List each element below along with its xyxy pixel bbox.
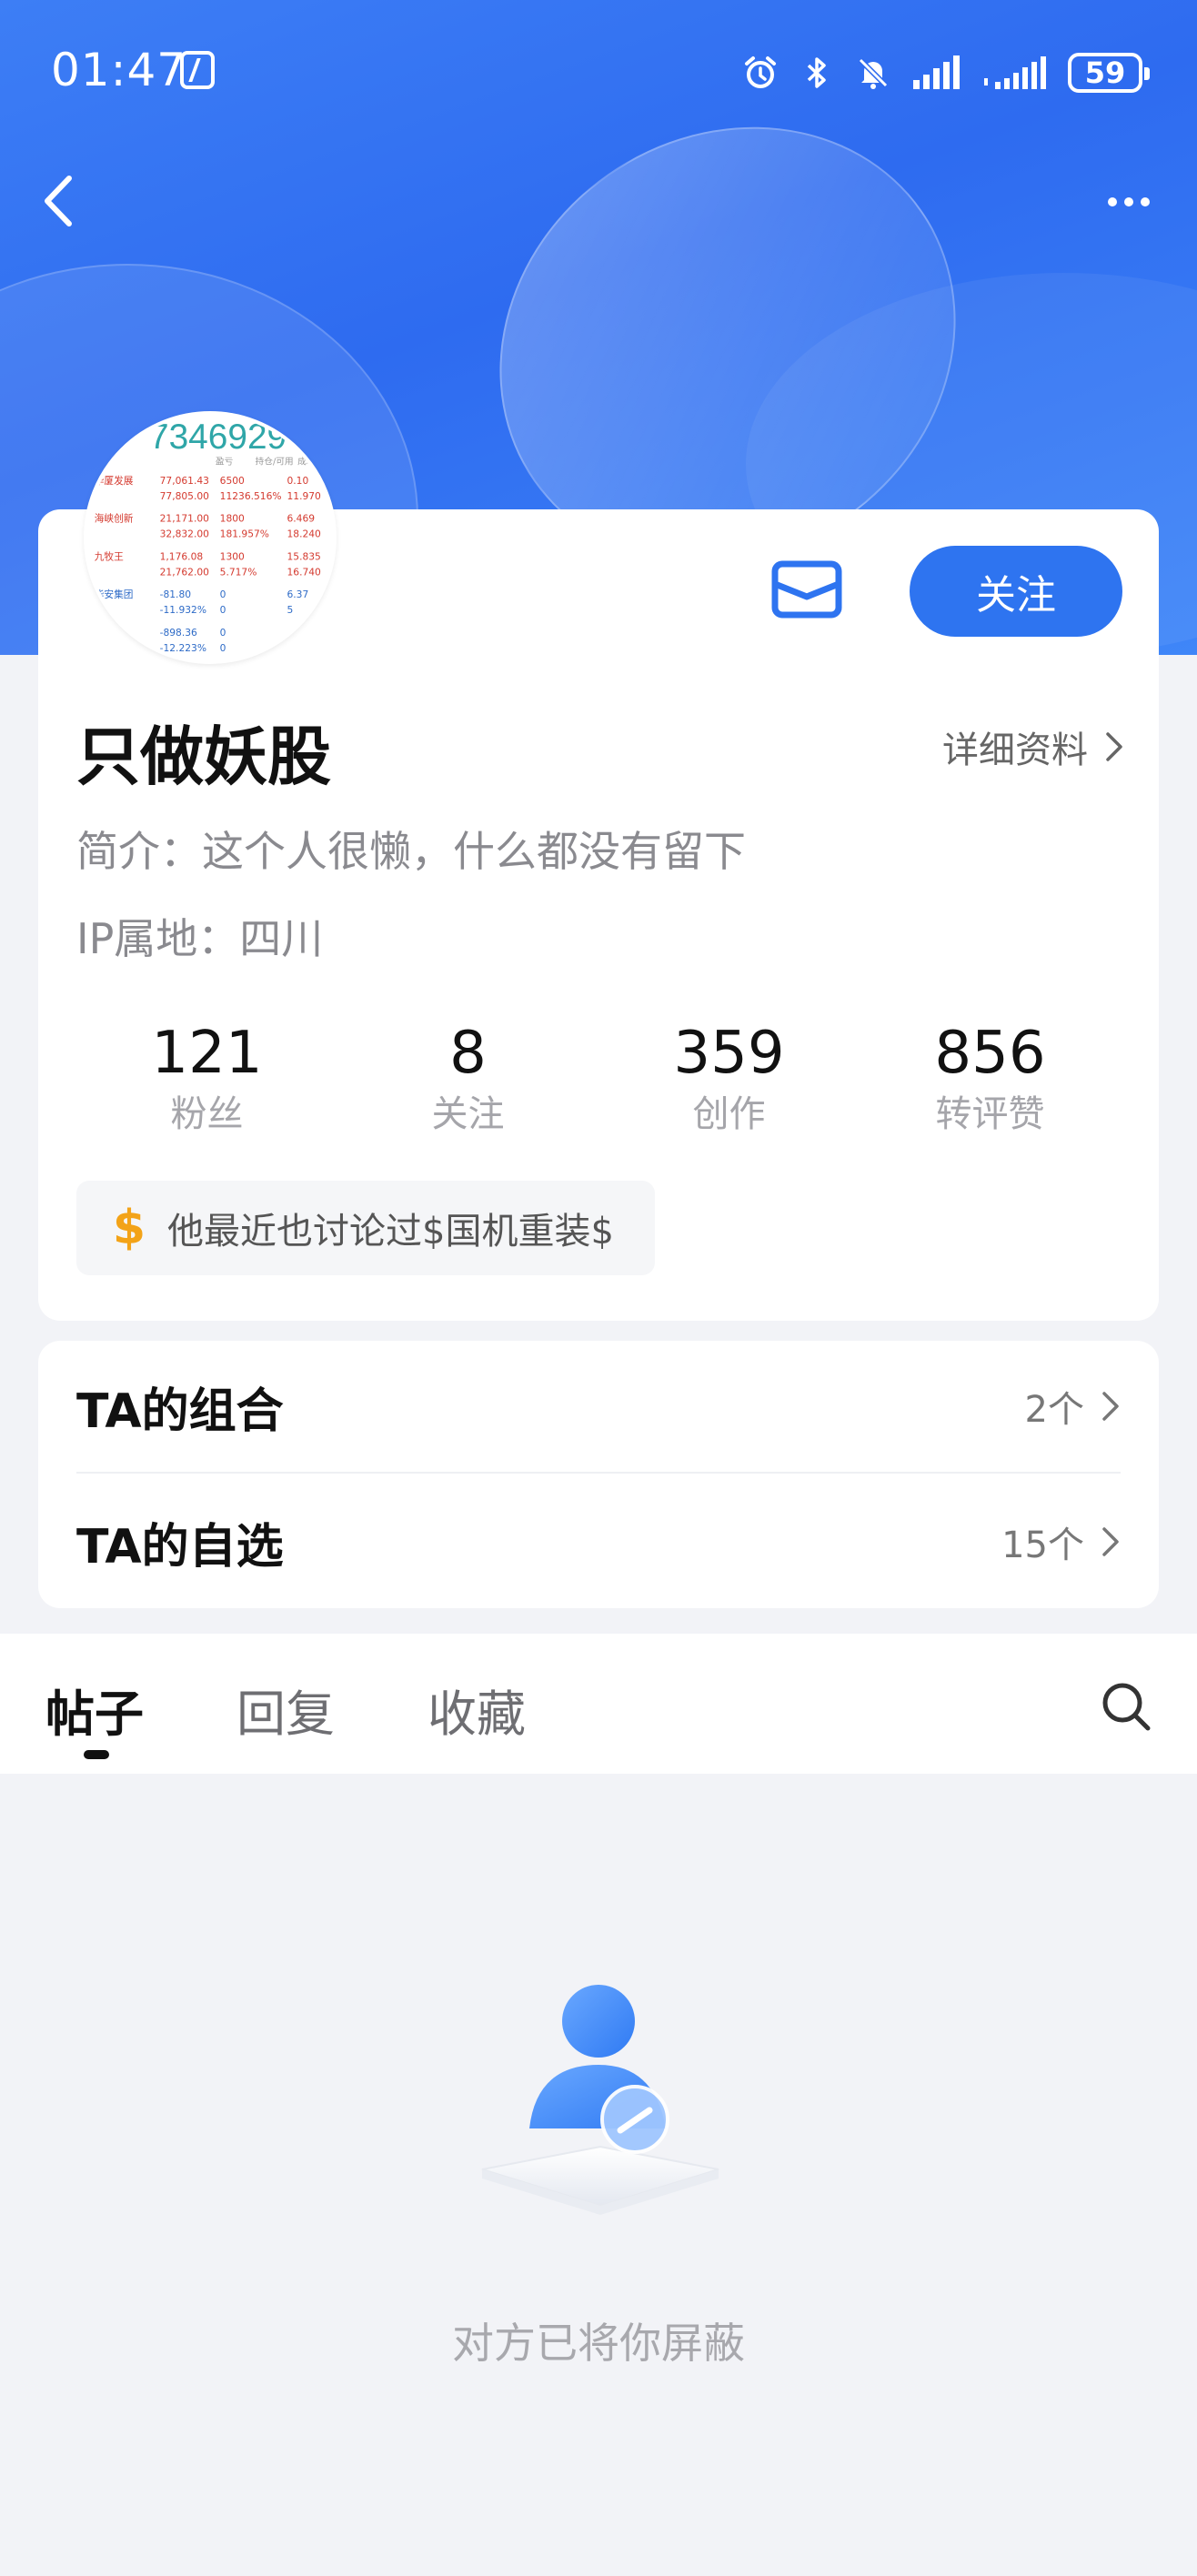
- avatar-cell: -12.223%: [160, 642, 206, 654]
- recent-discussion-chip[interactable]: $ 他最近也讨论过$国机重装$: [76, 1181, 655, 1275]
- search-icon: [1102, 1683, 1151, 1731]
- stat-number: 121: [151, 1020, 263, 1087]
- chevron-left-icon: [45, 176, 72, 226]
- ta-card: TA的组合 2个 TA的自选 15个: [38, 1341, 1159, 1608]
- tab-posts[interactable]: 帖子: [45, 1674, 144, 1746]
- tab-favorites[interactable]: 收藏: [428, 1674, 526, 1746]
- avatar-cell: 6.37: [287, 589, 308, 600]
- tab-replies[interactable]: 回复: [236, 1674, 335, 1746]
- chevron-right-icon: [1102, 1527, 1119, 1556]
- blocked-user-illustration: [464, 1974, 737, 2247]
- avatar-image: 7346929 盈亏 持仓/可用 成本/现 华厦发展77,061.4365000…: [87, 415, 333, 660]
- avatar-cell: 0: [220, 642, 226, 654]
- chevron-right-icon: [1106, 732, 1122, 761]
- dollar-icon: $: [112, 1201, 146, 1255]
- envelope-icon: [771, 560, 842, 619]
- nfc-icon: [180, 51, 215, 89]
- stats-row: 121 粉丝 8 关注 359 创作 856 转评赞: [76, 1017, 1121, 1144]
- portfolio-row[interactable]: TA的组合 2个: [76, 1341, 1121, 1474]
- chevron-right-icon: [1102, 1392, 1119, 1421]
- avatar-cell: -81.80: [160, 589, 192, 600]
- portfolio-count: 2个: [1024, 1389, 1084, 1431]
- avatar-cell: 21,762.00: [160, 566, 210, 578]
- avatar-cell: 1800: [220, 513, 245, 525]
- avatar-cell: 海峡创新: [95, 513, 134, 525]
- avatar-cell: 0: [220, 627, 226, 639]
- recent-discussion-text: 他最近也讨论过$国机重装$: [167, 1211, 614, 1253]
- blocked-message: 对方已将你屏蔽: [452, 2319, 745, 2368]
- watchlist-count: 15个: [1001, 1524, 1084, 1566]
- battery-icon: 59: [1068, 53, 1150, 93]
- more-dot: [1141, 197, 1150, 206]
- avatar-cell: 6.469: [287, 513, 315, 525]
- ip-location: IP属地：四川: [76, 914, 324, 963]
- avatar-cell: 77,805.00: [160, 490, 210, 502]
- stat-number: 8: [449, 1020, 487, 1087]
- avatar-cell: 0.10: [287, 475, 308, 487]
- avatar-cell: 77,061.43: [160, 475, 209, 487]
- detail-info-link[interactable]: 详细资料: [942, 720, 1124, 773]
- watchlist-count-wrap: 15个: [1001, 1515, 1121, 1568]
- avatar-cell: -11.932%: [160, 604, 206, 616]
- stat-label: 关注: [431, 1093, 505, 1135]
- status-time: 01:47: [51, 44, 187, 96]
- more-options-button[interactable]: [1097, 182, 1161, 222]
- avatar-cell: 21,171.00: [160, 513, 210, 525]
- avatar-cell: 1,176.08: [160, 550, 204, 562]
- portfolio-label: TA的组合: [76, 1384, 284, 1439]
- bio-text: 简介：这个人很懒，什么都没有留下: [76, 827, 746, 876]
- avatar-cell: 11.970: [287, 490, 321, 502]
- message-button[interactable]: [770, 557, 844, 622]
- stat-creations[interactable]: 359 创作: [598, 1017, 860, 1144]
- follow-button[interactable]: 关注: [910, 546, 1122, 637]
- avatar-cell: 16.740: [287, 566, 321, 578]
- more-dot: [1124, 197, 1133, 206]
- avatar-cell: 5.717%: [220, 566, 257, 578]
- avatar-cell: 11236.516%: [220, 490, 282, 502]
- active-tab-indicator: [84, 1750, 109, 1759]
- avatar[interactable]: 7346929 盈亏 持仓/可用 成本/现 华厦发展77,061.4365000…: [84, 411, 337, 664]
- avatar-col: 持仓/可用: [256, 455, 294, 467]
- mute-bell-icon: [855, 55, 891, 91]
- search-button[interactable]: [1099, 1679, 1153, 1734]
- stat-label: 创作: [692, 1093, 766, 1135]
- avatar-cell: 181.957%: [220, 528, 269, 540]
- back-button[interactable]: [36, 169, 82, 233]
- avatar-cell: 6500: [220, 475, 245, 487]
- watchlist-row[interactable]: TA的自选 15个: [76, 1475, 1121, 1608]
- stat-followers[interactable]: 121 粉丝: [76, 1017, 337, 1144]
- watchlist-label: TA的自选: [76, 1519, 284, 1575]
- stat-number: 856: [934, 1020, 1046, 1087]
- stat-number: 359: [673, 1020, 785, 1087]
- stat-label: 转评赞: [935, 1093, 1045, 1135]
- status-icons: 59: [742, 45, 1150, 100]
- signal-icon-secondary: [982, 55, 1048, 91]
- content-tab-bar: 帖子 回复 收藏: [0, 1634, 1197, 1774]
- stat-label: 粉丝: [170, 1093, 244, 1135]
- portfolio-count-wrap: 2个: [1025, 1380, 1121, 1433]
- avatar-cell: 0: [220, 604, 226, 616]
- avatar-cell: 18.240: [287, 528, 321, 540]
- avatar-cell: 1300: [220, 550, 245, 562]
- bluetooth-icon: [799, 55, 835, 91]
- avatar-cell: -898.36: [160, 627, 197, 639]
- username: 只做妖股: [76, 719, 331, 794]
- avatar-header-text: 7346929: [149, 418, 287, 457]
- avatar-cell: 华厦发展: [95, 475, 134, 487]
- signal-icon: [911, 55, 962, 91]
- avatar-cell: 0: [220, 589, 226, 600]
- battery-level: 59: [1084, 55, 1126, 90]
- more-dot: [1108, 197, 1117, 206]
- stat-interactions[interactable]: 856 转评赞: [860, 1017, 1121, 1144]
- detail-info-label: 详细资料: [942, 730, 1088, 771]
- avatar-cell: 华安集团: [95, 589, 134, 600]
- avatar-cell: 九牧王: [95, 550, 124, 562]
- status-bar: 01:47 59: [0, 36, 1197, 109]
- avatar-col: 盈亏: [216, 456, 234, 467]
- avatar-cell: 5: [287, 604, 293, 616]
- stat-following[interactable]: 8 关注: [337, 1017, 598, 1144]
- avatar-cell: 15.835: [287, 550, 320, 562]
- avatar-cell: 32,832.00: [160, 528, 210, 540]
- alarm-icon: [742, 55, 779, 91]
